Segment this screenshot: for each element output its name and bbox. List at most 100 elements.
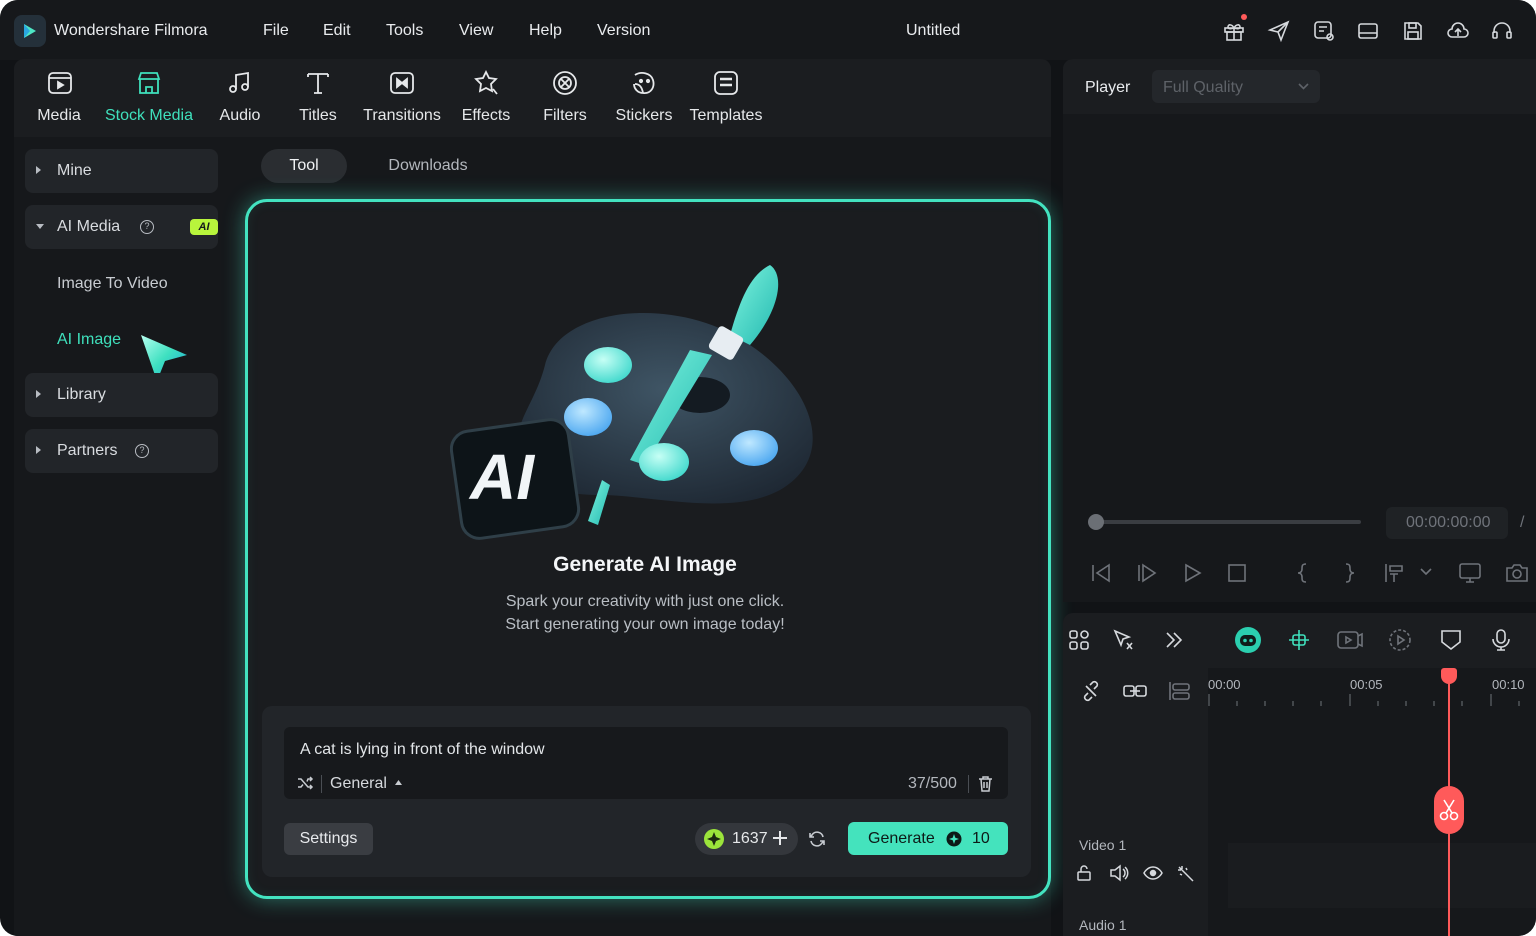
- ai-badge-hero: AI: [470, 441, 534, 513]
- settings-button[interactable]: Settings: [284, 823, 373, 855]
- video-track-lane[interactable]: [1228, 843, 1536, 908]
- toolbar-transitions-label: Transitions: [363, 107, 441, 124]
- generate-button[interactable]: Generate 10: [848, 822, 1008, 855]
- split-button[interactable]: [1434, 786, 1464, 834]
- display-icon[interactable]: [1458, 562, 1484, 584]
- prompt-input[interactable]: A cat is lying in front of the window: [300, 741, 545, 759]
- toolbar-stock-media-label: Stock Media: [104, 107, 194, 124]
- play-icon[interactable]: [1181, 562, 1203, 584]
- credit-coin-icon: [704, 829, 724, 849]
- magic-wand-icon[interactable]: [1176, 864, 1196, 882]
- notification-dot: [1241, 14, 1247, 20]
- timeline-ruler[interactable]: [1208, 694, 1536, 708]
- generator-title: Generate AI Image: [553, 553, 737, 576]
- toolbar-filters[interactable]: Filters: [539, 59, 591, 137]
- microphone-icon[interactable]: [1490, 628, 1512, 652]
- tab-tool[interactable]: Tool: [261, 149, 347, 183]
- prompt-input-box[interactable]: [284, 727, 1008, 799]
- menu-edit[interactable]: Edit: [323, 22, 351, 40]
- stop-icon[interactable]: [1226, 562, 1248, 584]
- sidebar-item-ai-image[interactable]: AI Image: [57, 331, 121, 349]
- scrub-track[interactable]: [1096, 520, 1361, 524]
- scene-detect-icon[interactable]: [1287, 628, 1311, 652]
- link-icon[interactable]: [1122, 680, 1148, 702]
- double-chevron-right-icon[interactable]: [1164, 631, 1184, 649]
- toolbar-stock-media[interactable]: Stock Media: [102, 59, 196, 137]
- sidebar-item-image-to-video[interactable]: Image To Video: [57, 275, 168, 293]
- player-title: Player: [1085, 79, 1131, 96]
- cloud-upload-icon[interactable]: [1446, 19, 1470, 43]
- toolbar-stickers-label: Stickers: [615, 107, 673, 124]
- ruler-tick-label: 00:10: [1492, 677, 1525, 692]
- ai-assistant-icon[interactable]: [1234, 626, 1262, 654]
- help-icon[interactable]: ?: [135, 444, 149, 458]
- track-manager-icon[interactable]: [1168, 680, 1192, 702]
- feedback-icon[interactable]: [1312, 19, 1336, 43]
- playback-icon[interactable]: [1388, 628, 1412, 652]
- layout-icon[interactable]: [1356, 19, 1380, 43]
- next-frame-icon[interactable]: [1136, 562, 1158, 584]
- toolbar-media-label: Media: [37, 107, 81, 124]
- sidebar-item-label: Mine: [57, 162, 92, 179]
- help-icon[interactable]: ?: [140, 220, 154, 234]
- gift-icon[interactable]: [1222, 19, 1246, 43]
- refresh-icon[interactable]: [808, 830, 826, 848]
- menu-view[interactable]: View: [459, 22, 493, 40]
- menu-help[interactable]: Help: [529, 22, 562, 40]
- toolbar-templates[interactable]: Templates: [685, 59, 767, 137]
- mark-in-icon[interactable]: [1292, 562, 1314, 584]
- shuffle-icon[interactable]: [297, 776, 314, 790]
- grid-layout-icon[interactable]: [1068, 629, 1090, 651]
- send-icon[interactable]: [1267, 19, 1291, 43]
- insert-clip-icon[interactable]: [1383, 562, 1407, 584]
- tab-downloads[interactable]: Downloads: [376, 149, 480, 183]
- sidebar-item-partners[interactable]: Partners ?: [25, 429, 218, 473]
- menu-version[interactable]: Version: [597, 22, 650, 40]
- generate-label: Generate: [868, 830, 935, 847]
- shield-icon[interactable]: [1440, 628, 1462, 652]
- track-label-audio-1: Audio 1: [1079, 917, 1127, 933]
- toolbar-transitions[interactable]: Transitions: [360, 59, 444, 137]
- toolbar-stickers[interactable]: Stickers: [610, 59, 678, 137]
- sidebar-item-mine[interactable]: Mine: [25, 149, 218, 193]
- sidebar-item-library[interactable]: Library: [25, 373, 218, 417]
- add-credits-icon[interactable]: [772, 830, 788, 846]
- caret-up-icon[interactable]: [394, 779, 403, 786]
- titles-icon: [307, 73, 329, 94]
- save-icon[interactable]: [1401, 19, 1425, 43]
- previous-frame-icon[interactable]: [1090, 562, 1112, 584]
- filmora-logo: [14, 15, 46, 47]
- playhead-handle[interactable]: [1441, 668, 1457, 684]
- toolbar-effects[interactable]: Effects: [458, 59, 514, 137]
- app-window: Wondershare Filmora File Edit Tools View…: [0, 0, 1536, 936]
- lock-open-icon[interactable]: [1076, 864, 1094, 882]
- app-name: Wondershare Filmora: [54, 22, 208, 39]
- trash-icon[interactable]: [978, 775, 993, 792]
- snapshot-icon[interactable]: [1505, 562, 1529, 584]
- unlink-icon[interactable]: [1080, 680, 1102, 702]
- visibility-eye-icon[interactable]: [1143, 865, 1163, 881]
- chevron-down-icon[interactable]: [1420, 568, 1432, 576]
- auto-reframe-icon[interactable]: [1336, 628, 1364, 652]
- track-label-video-1: Video 1: [1079, 837, 1127, 853]
- timecode: 00:00:00:00: [1406, 514, 1491, 531]
- style-selector[interactable]: General: [330, 775, 387, 793]
- menu-file[interactable]: File: [263, 22, 289, 40]
- audio-icon: [229, 71, 249, 93]
- toolbar-media[interactable]: Media: [28, 59, 90, 137]
- volume-icon[interactable]: [1109, 864, 1129, 882]
- select-tool-icon[interactable]: [1112, 629, 1136, 651]
- credits-count: 1637: [732, 830, 768, 847]
- mark-out-icon[interactable]: [1338, 562, 1360, 584]
- toolbar-titles[interactable]: Titles: [291, 59, 345, 137]
- sidebar-item-ai-media[interactable]: AI Media ? AI: [25, 205, 218, 249]
- toolbar-audio[interactable]: Audio: [210, 59, 270, 137]
- support-headset-icon[interactable]: [1490, 19, 1514, 43]
- title-bar: Wondershare Filmora File Edit Tools View…: [0, 0, 1536, 60]
- filters-icon: [553, 71, 577, 95]
- caret-right-icon: [36, 390, 41, 398]
- scrub-handle[interactable]: [1088, 514, 1104, 530]
- media-icon: [48, 72, 72, 94]
- menu-tools[interactable]: Tools: [386, 22, 423, 40]
- scissors-icon: [1439, 799, 1459, 821]
